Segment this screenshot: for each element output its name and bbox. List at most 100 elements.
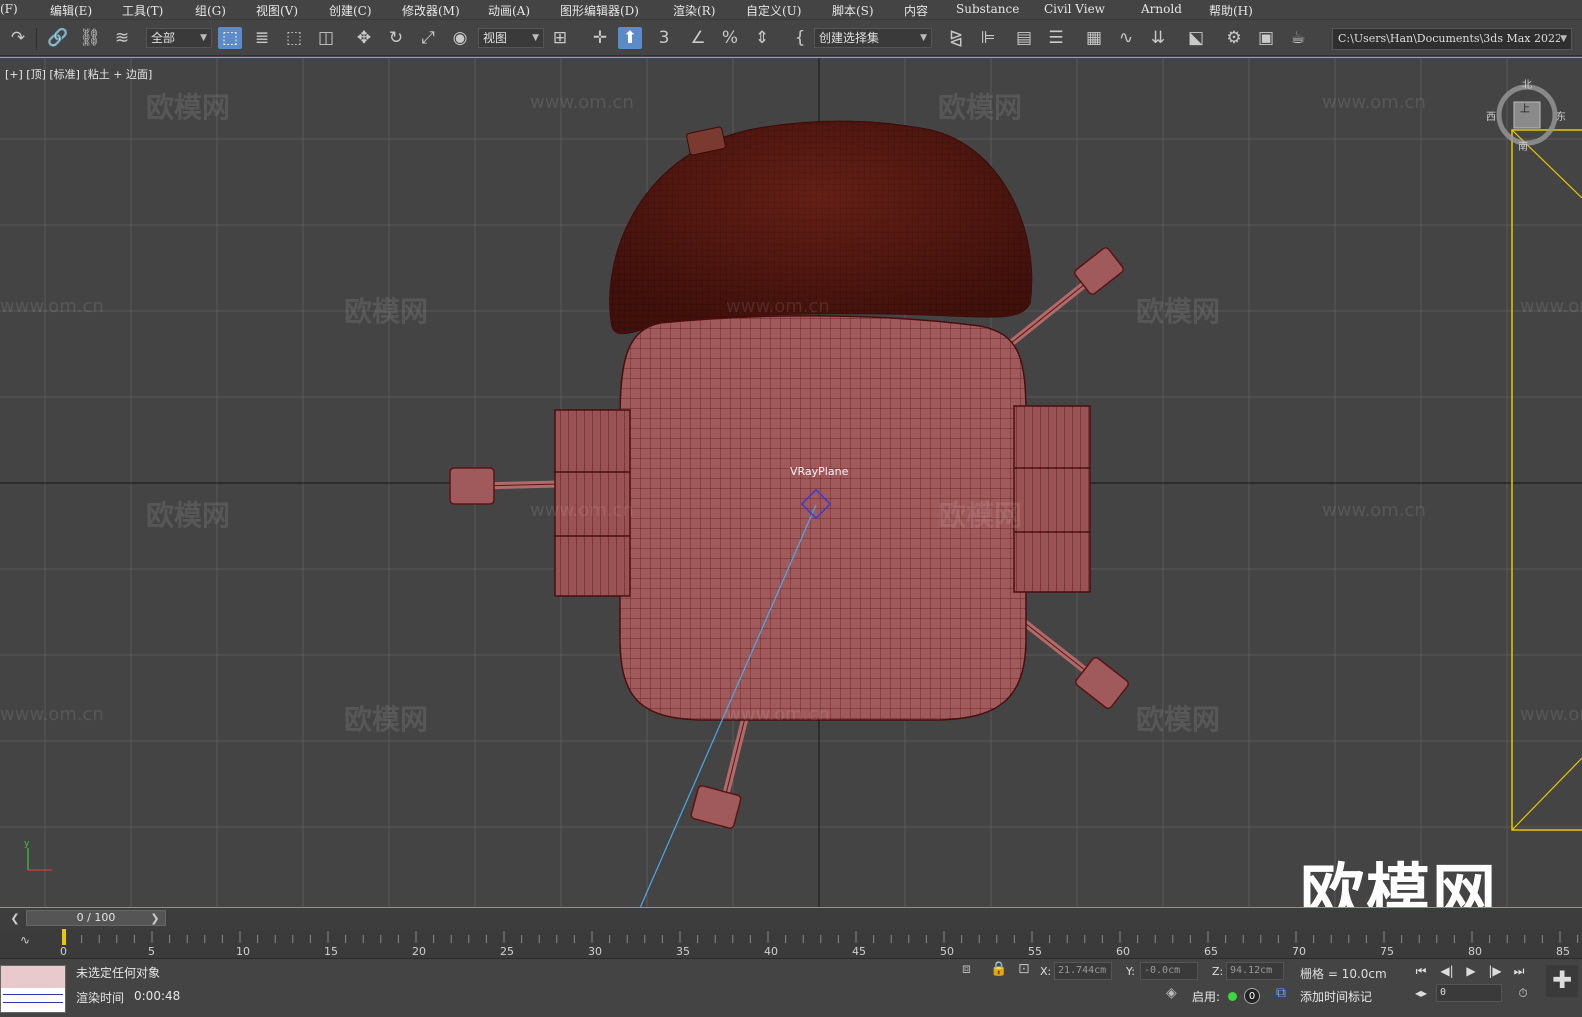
go-to-end-icon[interactable]: ⏭ (1508, 961, 1530, 981)
menu-graph-editors[interactable]: 图形编辑器(D) (560, 2, 639, 19)
viewcube-south[interactable]: 南 (1518, 138, 1528, 153)
spinner-snap-icon[interactable]: ⇕ (750, 27, 774, 49)
unlink-icon[interactable]: ⛓ (78, 27, 102, 49)
menu-tools[interactable]: 工具(T) (122, 2, 163, 19)
curve-editor-icon[interactable]: ∿ (1114, 27, 1138, 49)
maxscript-mini-listener[interactable] (0, 965, 66, 1013)
schematic-view-icon[interactable]: ⇊ (1146, 27, 1170, 49)
pivot-center-icon[interactable]: ⊞ (548, 27, 572, 49)
isolate-selection-icon[interactable]: ⧈ (962, 961, 971, 977)
viewcube-face-top[interactable]: 上 (1520, 100, 1530, 115)
track-tick-label: 50 (940, 945, 954, 958)
watermark-url: www.om.cn (726, 296, 830, 317)
mirror-icon[interactable]: ⧎ (944, 27, 968, 49)
select-by-name-icon[interactable]: ≣ (250, 27, 274, 49)
rendered-frame-window-icon[interactable]: ▣ (1254, 27, 1278, 49)
lock-icon[interactable]: 🔒 (990, 961, 1007, 977)
menu-group[interactable]: 组(G) (195, 2, 226, 19)
select-place-icon[interactable]: ◉ (448, 27, 472, 49)
camera-frame (1511, 129, 1582, 831)
current-frame-field[interactable]: 0 (1436, 984, 1502, 1002)
menu-file[interactable]: (F) (0, 2, 18, 16)
y-coordinate-field[interactable]: -0.0cm (1140, 962, 1198, 980)
chevron-left-icon[interactable]: ❮ (8, 911, 22, 927)
selection-message: 未选定任何对象 (76, 966, 161, 980)
viewcube-north[interactable]: 北 (1522, 76, 1532, 91)
watermark-url: www.om.cn (1322, 92, 1426, 113)
manipulate-icon[interactable]: ✛ (588, 27, 612, 49)
menu-bar: (F) 编辑(E) 工具(T) 组(G) 视图(V) 创建(C) 修改器(M) … (0, 0, 1582, 20)
layer-explorer-icon[interactable]: ☰ (1044, 27, 1068, 49)
render-production-icon[interactable]: ☕ (1286, 27, 1310, 49)
window-crossing-icon[interactable]: ◫ (314, 27, 338, 49)
track-tick-label: 70 (1292, 945, 1306, 958)
play-icon[interactable]: ▶ (1460, 961, 1482, 981)
menu-content[interactable]: 内容 (904, 2, 928, 19)
menu-animation[interactable]: 动画(A) (488, 2, 530, 19)
reference-coord-dropdown[interactable]: 视图 ▼ (478, 28, 544, 48)
named-selection-dropdown[interactable]: 创建选择集 ▼ (814, 28, 932, 48)
frame-display: 0 / 100 (76, 911, 116, 924)
project-path-dropdown[interactable]: C:\Users\Han\Documents\3ds Max 2022 ▼ (1332, 28, 1572, 50)
top-viewport[interactable]: y 欧模网 www.om.cn 欧模网 www.om.cn www.om.cn … (0, 57, 1582, 907)
absolute-transform-icon[interactable]: ⊡ (1018, 961, 1030, 977)
menu-civil-view[interactable]: Civil View (1044, 2, 1105, 16)
track-tick-label: 30 (588, 945, 602, 958)
material-editor-icon[interactable]: ⬕ (1184, 27, 1208, 49)
edit-named-selection-icon[interactable]: { (788, 27, 812, 49)
redo-icon[interactable]: ↷ (6, 27, 30, 49)
toolbar-separator (36, 28, 37, 50)
time-configuration-icon[interactable]: ⏱ (1512, 983, 1534, 1003)
render-setup-icon[interactable]: ⚙ (1222, 27, 1246, 49)
menu-substance[interactable]: Substance (956, 2, 1019, 16)
time-slider-thumb[interactable]: 0 / 100 (26, 910, 166, 926)
selection-filter-dropdown[interactable]: 全部 ▼ (146, 28, 212, 48)
track-bar[interactable]: ∿ 0 5 10 15 20 25 30 35 40 45 50 55 60 65 70 75 80 85 (0, 929, 1582, 959)
angle-snap-icon[interactable]: ∠ (686, 27, 710, 49)
percent-snap-icon[interactable]: % (718, 27, 742, 49)
viewcube[interactable]: 上 北 西 东 南 (1486, 80, 1566, 153)
menu-create[interactable]: 创建(C) (329, 2, 372, 19)
menu-rendering[interactable]: 渲染(R) (673, 2, 715, 19)
rectangular-selection-icon[interactable]: ⬚ (282, 27, 306, 49)
menu-customize[interactable]: 自定义(U) (746, 2, 801, 19)
z-coordinate-field[interactable]: 94.12cm (1226, 962, 1284, 980)
viewport-label-menu[interactable]: [+] [顶] [标准] [粘土 + 边面] (5, 66, 152, 82)
select-scale-icon[interactable]: ⤢ (416, 27, 440, 49)
viewport-navigation-icon[interactable]: ✚ (1546, 965, 1578, 997)
track-tick-label: 15 (324, 945, 338, 958)
bind-space-warp-icon[interactable]: ≋ (110, 27, 134, 49)
key-mode-icon[interactable]: ◂▸ (1410, 983, 1432, 1003)
x-coordinate-field[interactable]: 21.744cm (1054, 962, 1112, 980)
ribbon-toggle-icon[interactable]: ▦ (1082, 27, 1106, 49)
menu-arnold[interactable]: Arnold (1141, 2, 1182, 16)
add-time-tag-button[interactable]: 添加时间标记 (1300, 988, 1372, 1005)
go-to-start-icon[interactable]: ⏮ (1410, 961, 1432, 981)
track-tick-label: 35 (676, 945, 690, 958)
menu-modifiers[interactable]: 修改器(M) (402, 2, 460, 19)
time-slider[interactable]: ❮ 0 / 100 ❯ (0, 907, 1582, 929)
select-move-icon[interactable]: ✥ (352, 27, 376, 49)
scene-explorer-icon[interactable]: ▤ (1012, 27, 1036, 49)
previous-frame-icon[interactable]: ◀| (1436, 961, 1458, 981)
time-tag-icon[interactable]: ⧉ (1276, 985, 1286, 1001)
select-object-icon[interactable]: ⬚ (218, 27, 242, 49)
viewcube-east[interactable]: 东 (1556, 108, 1566, 123)
menu-help[interactable]: 帮助(H) (1209, 2, 1253, 19)
select-rotate-icon[interactable]: ↻ (384, 27, 408, 49)
viewcube-west[interactable]: 西 (1486, 108, 1496, 123)
next-frame-icon[interactable]: |▶ (1484, 961, 1506, 981)
menu-scripting[interactable]: 脚本(S) (832, 2, 874, 19)
chevron-right-icon[interactable]: ❯ (148, 911, 162, 927)
menu-views[interactable]: 视图(V) (256, 2, 298, 19)
align-icon[interactable]: ⊫ (976, 27, 1000, 49)
link-icon[interactable]: 🔗 (46, 27, 70, 49)
render-time-value: 0:00:48 (134, 989, 181, 1003)
viewport-canvas: y (0, 58, 1582, 907)
menu-edit[interactable]: 编辑(E) (50, 2, 92, 19)
snap-toggle-icon[interactable]: 3 (652, 27, 676, 49)
adaptive-degradation-icon[interactable]: ◈ (1166, 985, 1177, 1001)
keyboard-shortcut-override-icon[interactable]: ⬆ (618, 27, 642, 49)
chevron-down-icon: ▼ (1560, 29, 1567, 49)
enable-count-badge[interactable]: 0 (1244, 988, 1260, 1004)
